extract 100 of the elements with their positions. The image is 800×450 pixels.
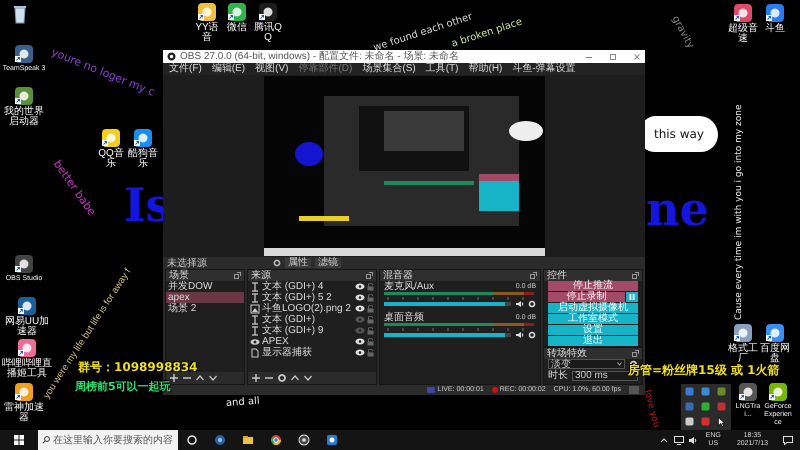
app-icon[interactable] bbox=[214, 434, 226, 446]
lock-icon[interactable] bbox=[367, 348, 374, 356]
volume-icon[interactable] bbox=[688, 436, 698, 444]
undock-icon[interactable] bbox=[530, 272, 537, 279]
lock-icon[interactable] bbox=[367, 316, 374, 324]
desktop-icon-label[interactable]: 酷狗音乐 bbox=[127, 149, 159, 169]
visibility-icon[interactable] bbox=[355, 349, 365, 356]
up-icon[interactable] bbox=[195, 373, 205, 383]
app-icon[interactable] bbox=[326, 434, 338, 446]
visibility-icon[interactable] bbox=[355, 305, 365, 312]
scene-item[interactable]: apex bbox=[166, 292, 244, 303]
add-icon[interactable] bbox=[251, 373, 261, 383]
window-title: OBS 27.0.0 (64-bit, windows) - 配置文件: 未命名 - 场景: 未命名 bbox=[180, 50, 459, 62]
transition-select[interactable]: 淡变 bbox=[548, 359, 625, 369]
speaker-icon[interactable] bbox=[515, 331, 524, 339]
menu-item[interactable]: 帮助(H) bbox=[468, 63, 502, 75]
app-icon[interactable] bbox=[14, 254, 34, 274]
scene-item[interactable]: 并发DOW bbox=[166, 281, 244, 292]
task-view-icon[interactable] bbox=[186, 434, 198, 446]
app-icon[interactable] bbox=[197, 2, 217, 22]
desktop-icon-label[interactable]: 超级音速 bbox=[727, 24, 759, 44]
source-item[interactable]: 文本 (GDI+) 9 bbox=[262, 325, 353, 336]
lock-icon[interactable] bbox=[367, 326, 374, 334]
speaker-icon[interactable] bbox=[515, 300, 524, 308]
toolbar-button[interactable]: 属性 bbox=[285, 258, 311, 268]
undock-icon[interactable] bbox=[632, 350, 639, 357]
app-icon[interactable] bbox=[738, 382, 758, 402]
visibility-icon[interactable] bbox=[355, 294, 365, 301]
control-button[interactable]: 停止推流 bbox=[548, 281, 638, 291]
desktop-icon-label[interactable]: YY语音 bbox=[192, 23, 222, 43]
app-icon[interactable] bbox=[298, 434, 310, 446]
visibility-icon[interactable] bbox=[355, 338, 365, 345]
maximize-icon[interactable] bbox=[609, 52, 617, 60]
channel-name: 桌面音频 bbox=[384, 312, 424, 323]
scene-item[interactable]: 场景 2 bbox=[166, 303, 244, 314]
lock-icon[interactable] bbox=[367, 282, 374, 290]
close-icon[interactable] bbox=[633, 52, 641, 60]
source-item[interactable]: 显示器捕获 bbox=[262, 347, 353, 358]
desktop-icon-label[interactable]: 百度网盘 bbox=[759, 344, 791, 364]
resize-grip-icon[interactable] bbox=[629, 386, 639, 394]
add-icon[interactable] bbox=[169, 373, 179, 383]
app-icon[interactable] bbox=[258, 2, 278, 22]
down-icon[interactable] bbox=[303, 373, 313, 383]
browser-icon[interactable] bbox=[270, 434, 282, 446]
app-icon[interactable] bbox=[765, 323, 785, 343]
app-icon[interactable] bbox=[101, 128, 121, 148]
settings-icon[interactable] bbox=[273, 259, 281, 267]
desktop-icon-label[interactable]: 雷神加速器 bbox=[1, 403, 47, 423]
undock-icon[interactable] bbox=[632, 272, 639, 279]
app-icon[interactable] bbox=[17, 296, 37, 316]
app-icon[interactable] bbox=[733, 323, 753, 343]
caret-up-icon[interactable] bbox=[660, 437, 668, 443]
overlay-text: 群号：1098998834 bbox=[78, 361, 198, 373]
source-item[interactable]: 斗鱼LOGO(2).png 2 bbox=[262, 303, 353, 314]
desktop-icon-label[interactable]: 我的世界启动器 bbox=[1, 107, 47, 127]
undock-icon[interactable] bbox=[366, 272, 373, 279]
toolbar-button[interactable]: 滤镜 bbox=[315, 258, 341, 268]
app-icon[interactable] bbox=[733, 3, 753, 23]
menu-item[interactable]: 场景集合(S) bbox=[362, 63, 416, 75]
desktop-icon-label[interactable]: 网易UU加速器 bbox=[1, 317, 53, 337]
menu-item[interactable]: 编辑(E) bbox=[212, 63, 246, 75]
lock-icon[interactable] bbox=[367, 304, 374, 312]
menu-item[interactable]: 文件(F) bbox=[169, 63, 202, 75]
app-icon[interactable] bbox=[14, 382, 34, 402]
desktop-icon-label[interactable]: 斗鱼 bbox=[765, 24, 785, 34]
up-icon[interactable] bbox=[290, 373, 300, 383]
search-field[interactable]: 在这里输入你要搜索的内容 bbox=[38, 430, 178, 450]
undock-icon[interactable] bbox=[234, 272, 241, 279]
big-lyric-text: ne bbox=[646, 186, 709, 232]
app-icon[interactable] bbox=[765, 3, 785, 23]
desktop-icon-label[interactable]: 腾讯QQ bbox=[253, 23, 283, 43]
app-icon[interactable] bbox=[133, 128, 153, 148]
source-item[interactable]: 文本 (GDI+) bbox=[262, 314, 353, 325]
settings-icon[interactable] bbox=[528, 331, 536, 339]
lock-icon[interactable] bbox=[367, 294, 374, 302]
app-icon[interactable] bbox=[768, 382, 788, 402]
menu-item[interactable]: 视图(V) bbox=[255, 63, 288, 75]
source-item[interactable]: APEX bbox=[262, 336, 353, 347]
source-item[interactable]: 文本 (GDI+) 4 bbox=[262, 281, 353, 292]
desktop-icon-label[interactable]: 哔哩哔哩直播姬工具 bbox=[1, 359, 53, 379]
menu-item[interactable]: 工具(T) bbox=[426, 63, 458, 75]
source-item[interactable]: 文本 (GDI+) 5 2 bbox=[262, 292, 353, 303]
desktop-icon-label[interactable]: 微信 bbox=[227, 23, 247, 33]
control-button[interactable]: 停止录制 bbox=[548, 292, 625, 302]
down-icon[interactable] bbox=[208, 373, 218, 383]
settings-icon[interactable] bbox=[528, 300, 536, 308]
folder-icon[interactable] bbox=[242, 434, 254, 446]
notification-icon[interactable] bbox=[783, 436, 793, 444]
app-icon[interactable] bbox=[17, 338, 37, 358]
network-icon[interactable] bbox=[674, 436, 684, 444]
visibility-icon[interactable] bbox=[355, 283, 365, 290]
app-icon[interactable] bbox=[227, 2, 247, 22]
settings-icon[interactable] bbox=[277, 373, 287, 383]
app-icon[interactable] bbox=[14, 44, 34, 64]
desktop-icon-label[interactable]: 格式工厂 bbox=[727, 344, 759, 364]
desktop-icon-label[interactable]: QQ音乐 bbox=[95, 149, 127, 169]
lyric-text: love you bbox=[642, 389, 660, 429]
app-icon[interactable] bbox=[14, 86, 34, 106]
lock-icon[interactable] bbox=[367, 338, 374, 346]
menu-item[interactable]: 斗鱼-弹幕设置 bbox=[512, 63, 576, 75]
